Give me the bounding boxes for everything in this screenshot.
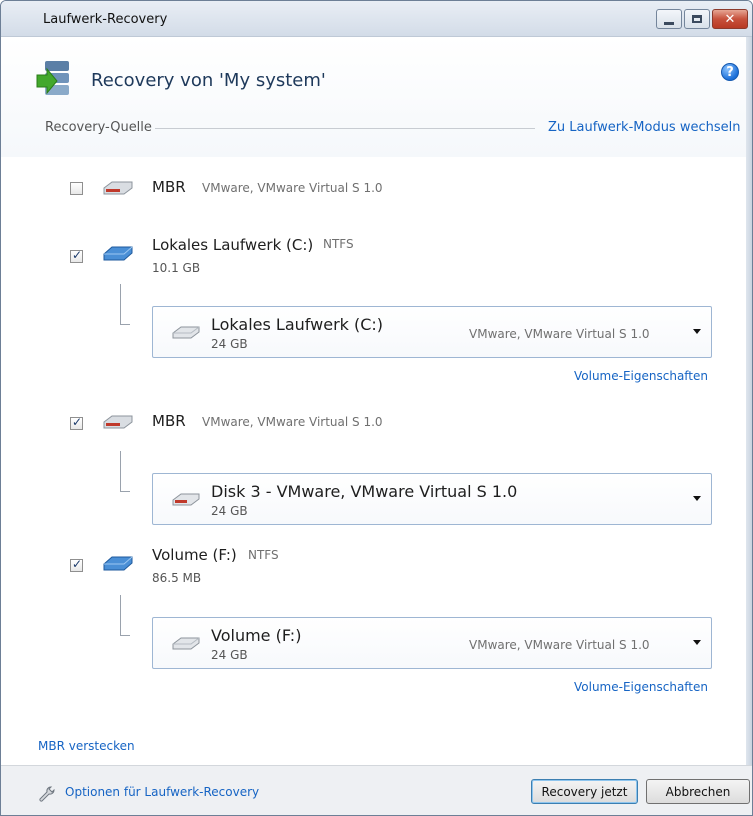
volume-properties-link[interactable]: Volume-Eigenschaften bbox=[574, 369, 708, 383]
mbr-disk-icon bbox=[103, 415, 133, 429]
tree-connector bbox=[120, 451, 121, 491]
tree-connector bbox=[120, 491, 130, 492]
target-name: Volume (F:) bbox=[211, 626, 302, 645]
window-title: Laufwerk-Recovery bbox=[43, 12, 168, 27]
target-name: Disk 3 - VMware, VMware Virtual S 1.0 bbox=[211, 482, 518, 501]
minimize-button[interactable] bbox=[656, 9, 682, 29]
wrench-icon bbox=[39, 786, 55, 802]
hide-mbr-link[interactable]: MBR verstecken bbox=[38, 739, 135, 753]
volume-properties-link[interactable]: Volume-Eigenschaften bbox=[574, 680, 708, 694]
mbr-disk-icon bbox=[103, 181, 133, 195]
item-size: 86.5 MB bbox=[152, 571, 202, 585]
target-select-c[interactable]: Lokales Laufwerk (C:) 24 GB VMware, VMwa… bbox=[152, 306, 712, 358]
page-title: Recovery von 'My system' bbox=[91, 70, 326, 91]
maximize-icon bbox=[692, 15, 702, 23]
tree-connector bbox=[120, 284, 121, 324]
item-meta: NTFS bbox=[323, 237, 354, 251]
cancel-button[interactable]: Abbrechen bbox=[646, 779, 750, 804]
item-name: Volume (F:) bbox=[152, 546, 237, 564]
minimize-icon bbox=[664, 21, 674, 25]
recovery-options-link[interactable]: Optionen für Laufwerk-Recovery bbox=[65, 785, 259, 799]
target-select-f[interactable]: Volume (F:) 24 GB VMware, VMware Virtual… bbox=[152, 617, 712, 669]
recovery-window: Laufwerk-Recovery ✕ Recovery von 'My sys… bbox=[0, 0, 753, 816]
chevron-down-icon[interactable] bbox=[693, 640, 701, 645]
recovery-now-button[interactable]: Recovery jetzt bbox=[531, 779, 638, 804]
header-band bbox=[1, 37, 752, 157]
target-select-disk3[interactable]: Disk 3 - VMware, VMware Virtual S 1.0 24… bbox=[152, 473, 712, 525]
target-size: 24 GB bbox=[211, 648, 248, 662]
recovery-source-label: Recovery-Quelle bbox=[45, 120, 152, 135]
tree-connector bbox=[120, 324, 130, 325]
chevron-down-icon[interactable] bbox=[693, 496, 701, 501]
title-bar[interactable]: Laufwerk-Recovery ✕ bbox=[1, 1, 752, 37]
window-right-border bbox=[746, 37, 752, 765]
help-icon[interactable]: ? bbox=[721, 63, 739, 81]
item-name: Lokales Laufwerk (C:) bbox=[152, 236, 314, 254]
mbr-checkbox[interactable] bbox=[70, 182, 83, 195]
volume-disk-icon bbox=[103, 556, 133, 571]
tree-connector bbox=[120, 595, 121, 635]
hdd-icon bbox=[172, 326, 200, 339]
switch-disk-mode-link[interactable]: Zu Laufwerk-Modus wechseln bbox=[548, 120, 740, 135]
item-meta: VMware, VMware Virtual S 1.0 bbox=[202, 181, 383, 195]
volume-c-checkbox[interactable] bbox=[70, 248, 83, 263]
item-meta: VMware, VMware Virtual S 1.0 bbox=[202, 415, 383, 429]
volume-disk-icon bbox=[103, 246, 133, 261]
item-name: MBR bbox=[152, 178, 186, 196]
hdd-icon bbox=[172, 637, 200, 650]
item-name: MBR bbox=[152, 412, 186, 430]
mbr-checkbox[interactable] bbox=[70, 415, 83, 430]
tree-connector bbox=[120, 635, 130, 636]
mbr-disk-icon bbox=[172, 493, 200, 506]
item-size: 10.1 GB bbox=[152, 261, 201, 275]
volume-f-checkbox[interactable] bbox=[70, 557, 83, 572]
target-size: 24 GB bbox=[211, 337, 248, 351]
target-size: 24 GB bbox=[211, 504, 248, 518]
target-model: VMware, VMware Virtual S 1.0 bbox=[469, 327, 650, 341]
target-model: VMware, VMware Virtual S 1.0 bbox=[469, 638, 650, 652]
close-icon: ✕ bbox=[724, 11, 736, 27]
item-meta: NTFS bbox=[248, 548, 279, 562]
maximize-button[interactable] bbox=[684, 9, 710, 29]
chevron-down-icon[interactable] bbox=[693, 329, 701, 334]
section-divider bbox=[155, 128, 535, 129]
target-name: Lokales Laufwerk (C:) bbox=[211, 315, 384, 334]
close-button[interactable]: ✕ bbox=[712, 9, 748, 29]
app-recovery-icon bbox=[36, 61, 69, 95]
